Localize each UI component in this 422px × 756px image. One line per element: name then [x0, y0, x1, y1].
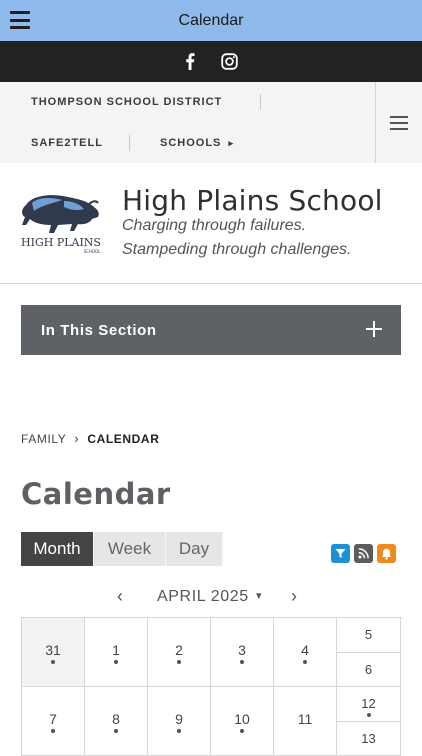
nav-link-schools-label: SCHOOLS — [160, 137, 222, 149]
day-number: 31 — [45, 642, 61, 658]
calendar-day-cell[interactable]: 12 — [337, 687, 400, 722]
social-links — [0, 41, 422, 82]
rss-icon[interactable] — [354, 544, 373, 563]
calendar-day-cell[interactable]: 1 — [85, 618, 148, 687]
instagram-icon[interactable] — [220, 53, 238, 70]
event-dot — [177, 660, 181, 664]
day-number: 13 — [361, 730, 376, 746]
school-header: HIGH PLAINS SCHOOL High Plains School Ch… — [0, 163, 422, 284]
tagline-line-2: Stampeding through challenges. — [122, 241, 352, 258]
event-dot — [51, 660, 55, 664]
calendar-day-cell[interactable]: 11 — [274, 687, 337, 756]
event-dot — [240, 729, 244, 733]
top-navigation: THOMPSON SCHOOL DISTRICT SAFE2TELL SCHOO… — [0, 82, 422, 163]
event-dot — [240, 660, 244, 664]
tab-week[interactable]: Week — [94, 532, 166, 566]
day-number: 10 — [234, 711, 250, 727]
event-dot — [114, 729, 118, 733]
calendar-weekend-cell: 12 13 — [337, 687, 401, 756]
month-navigation: ‹ APRIL 2025 ▾ › — [0, 584, 422, 610]
calendar-day-cell[interactable]: 31 — [22, 618, 85, 687]
hamburger-menu-icon — [390, 115, 408, 130]
calendar-day-cell[interactable]: 3 — [211, 618, 274, 687]
day-number: 6 — [364, 661, 373, 677]
day-number: 1 — [112, 642, 120, 658]
calendar-week-row: 7 8 9 10 11 12 13 — [22, 687, 402, 756]
calendar-day-cell[interactable]: 10 — [211, 687, 274, 756]
event-dot — [114, 660, 118, 664]
calendar-week-row: 31 1 2 3 4 5 6 — [22, 618, 402, 687]
calendar-weekend-cell: 56 — [337, 618, 401, 687]
calendar-day-cell[interactable]: 4 — [274, 618, 337, 687]
event-dot — [177, 729, 181, 733]
month-label[interactable]: APRIL 2025 — [157, 588, 249, 606]
chevron-right-icon: › — [74, 431, 80, 446]
calendar-grid: 31 1 2 3 4 5 6 7 8 9 10 11 12 13 — [21, 617, 402, 756]
day-number: 3 — [238, 642, 246, 658]
day-number: 9 — [175, 711, 183, 727]
calendar-day-cell[interactable]: 6 — [337, 653, 400, 687]
calendar-day-cell[interactable]: 2 — [148, 618, 211, 687]
day-number: 2 — [175, 642, 183, 658]
tagline-line-1: Charging through failures. — [122, 217, 307, 234]
hamburger-menu-icon[interactable] — [10, 11, 30, 29]
event-dot — [303, 660, 307, 664]
calendar-day-cell[interactable]: 9 — [148, 687, 211, 756]
school-logo[interactable]: HIGH PLAINS SCHOOL — [18, 191, 104, 255]
calendar-actions — [331, 544, 396, 563]
day-number: 7 — [49, 711, 57, 727]
event-dot — [51, 729, 55, 733]
site-menu-button[interactable] — [375, 82, 422, 163]
breadcrumb-family[interactable]: FAMILY — [21, 432, 66, 446]
in-this-section-toggle[interactable]: In This Section — [21, 305, 401, 355]
next-month-button[interactable]: › — [291, 586, 297, 607]
page-title: Calendar — [21, 477, 171, 511]
bell-icon[interactable] — [377, 544, 396, 563]
nav-divider — [129, 135, 130, 151]
app-bar-title: Calendar — [178, 11, 244, 29]
event-dot — [366, 713, 371, 717]
filter-icon[interactable] — [331, 544, 350, 563]
previous-month-button[interactable]: ‹ — [117, 586, 123, 607]
logo-wordmark: HIGH PLAINS — [21, 236, 101, 249]
app-bar: Calendar — [0, 0, 422, 41]
nav-link-schools[interactable]: SCHOOLS ▸ — [160, 137, 234, 149]
day-number: 5 — [364, 627, 373, 642]
calendar-day-cell[interactable]: 5 — [337, 618, 400, 653]
day-number: 11 — [297, 711, 313, 727]
day-number: 8 — [112, 711, 120, 727]
school-name[interactable]: High Plains School — [122, 184, 383, 217]
calendar-view-tabs: Month Week Day — [21, 532, 223, 566]
facebook-icon[interactable] — [185, 53, 195, 70]
breadcrumb: FAMILY › CALENDAR — [21, 431, 159, 446]
caret-down-icon[interactable]: ▾ — [256, 589, 262, 602]
plus-icon — [366, 321, 382, 337]
caret-right-icon: ▸ — [228, 138, 234, 148]
nav-link-safe2tell[interactable]: SAFE2TELL — [31, 137, 103, 149]
day-number: 4 — [301, 642, 309, 658]
nav-link-thompson-school-district[interactable]: THOMPSON SCHOOL DISTRICT — [31, 96, 222, 108]
tab-month[interactable]: Month — [21, 532, 94, 566]
calendar-day-cell[interactable]: 8 — [85, 687, 148, 756]
calendar-day-cell[interactable]: 7 — [22, 687, 85, 756]
logo-wordmark-sub: SCHOOL — [84, 249, 102, 254]
breadcrumb-current: CALENDAR — [87, 431, 160, 446]
nav-divider — [260, 94, 261, 110]
day-number: 12 — [361, 696, 376, 711]
in-this-section-label: In This Section — [41, 321, 157, 339]
tab-day[interactable]: Day — [166, 532, 223, 566]
